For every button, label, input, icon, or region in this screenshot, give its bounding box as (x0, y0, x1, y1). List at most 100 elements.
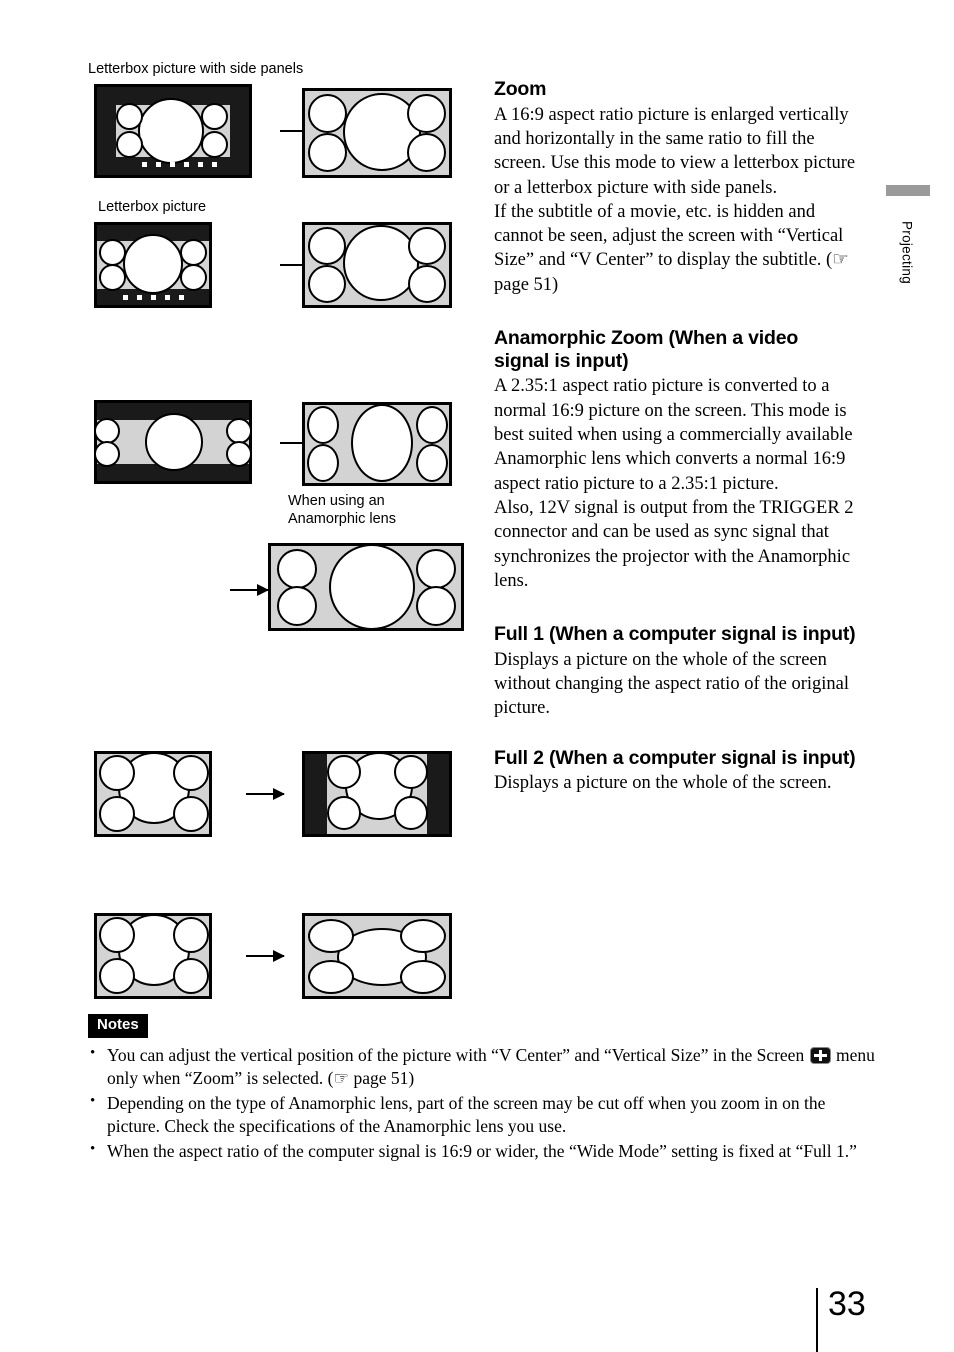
figure-ellipse-br (416, 444, 448, 483)
figure-circle-tr (408, 227, 446, 266)
figure-zoom-side-panels (88, 84, 468, 184)
note-item: You can adjust the vertical position of … (88, 1043, 878, 1091)
figure-circle-br (173, 795, 209, 832)
figure-circle-center (123, 234, 183, 295)
section-paragraph-zoom-2: If the subtitle of a movie, etc. is hidd… (494, 201, 849, 295)
figure-result-box (302, 750, 452, 837)
figure-circle-tl (308, 94, 347, 134)
figure-circle-center (329, 543, 415, 630)
section-heading-full1: Full 1 (When a computer signal is input) (494, 623, 856, 646)
figure-ellipse-tl (307, 406, 339, 445)
figure-circle-tr (173, 754, 209, 791)
figure-subtitle-dot (212, 162, 217, 168)
section-heading-full2: Full 2 (When a computer signal is input) (494, 746, 856, 769)
figure-circle-center (138, 98, 204, 165)
figure-circle-tr (407, 94, 446, 134)
figure-ellipse-bl (308, 959, 354, 994)
section-paragraph-anamorphic-2: Also, 12V signal is output from the TRIG… (494, 497, 854, 591)
figure-circle-tl (99, 916, 135, 953)
figure-subtitle-dot (184, 162, 189, 168)
figure-subtitle-dot (156, 162, 161, 168)
figure-circle-center (343, 225, 419, 302)
figure-anamorphic-lens-result (88, 541, 468, 641)
figure-zoom-letterbox (88, 222, 468, 322)
figure-circle-br (394, 795, 428, 830)
figure-circle-br (173, 957, 209, 994)
figure-circle-bl (277, 585, 317, 626)
figure-source-box (94, 912, 212, 999)
figure-subtitle-dot (151, 295, 156, 301)
notes-block: Notes You can adjust the vertical positi… (88, 1014, 878, 1164)
page-number: 33 (828, 1285, 866, 1323)
figure-ellipse-bl (307, 444, 339, 483)
figure-caption-anamorphic-lens-line2: Anamorphic lens (288, 511, 396, 528)
text-column: Zoom A 16:9 aspect ratio picture is enla… (494, 78, 856, 796)
section-paragraph-zoom-1: A 16:9 aspect ratio picture is enlarged … (494, 104, 856, 198)
figure-circle-center (145, 413, 203, 472)
figure-circle-br (201, 131, 228, 159)
section-heading-anamorphic-zoom: Anamorphic Zoom (When a video signal is … (494, 327, 799, 372)
figure-result-box (302, 222, 452, 309)
figure-circle-br (416, 585, 456, 626)
figure-subtitle-dot (198, 162, 203, 168)
figure-subtitle-dot (165, 295, 170, 301)
note-item-text-part1: You can adjust the vertical position of … (107, 1044, 805, 1065)
figure-subtitle-dot (179, 295, 184, 301)
side-tab-label: Projecting (899, 220, 915, 285)
figure-result-box (302, 912, 452, 999)
figure-caption-letterbox: Letterbox picture (98, 199, 207, 216)
figure-circle-tl (327, 754, 361, 789)
figure-circle-tr (394, 754, 428, 789)
figure-ellipse-tr (416, 406, 448, 445)
figure-circle-bl (99, 795, 135, 832)
figure-source-box (94, 222, 212, 309)
figure-source-box (94, 400, 252, 485)
figure-result-box (268, 542, 464, 631)
figure-caption-anamorphic-lens: When using an Anamorphic lens (288, 492, 468, 528)
notes-list: You can adjust the vertical position of … (88, 1043, 878, 1164)
figure-source-box (94, 750, 212, 837)
figure-subtitle-dot (142, 162, 147, 168)
figure-circle-tl (116, 103, 143, 131)
figure-circle-bl (99, 957, 135, 994)
page-number-rule (816, 1288, 818, 1352)
figure-subtitle-dot (137, 295, 142, 301)
section-side-tab: Projecting (886, 185, 930, 345)
figure-ellipse-center (351, 404, 413, 483)
figure-result-box (302, 88, 452, 179)
figure-circle-bl (327, 795, 361, 830)
figure-circle-bl (308, 265, 346, 304)
figure-circle-tr (416, 548, 456, 589)
figure-ellipse-tl (308, 918, 354, 953)
figure-ellipse-tr (400, 918, 446, 953)
notes-title-badge: Notes (88, 1014, 148, 1038)
screen-menu-icon (810, 1047, 830, 1063)
note-item: When the aspect ratio of the computer si… (88, 1139, 878, 1164)
figure-full2 (88, 912, 468, 1013)
figure-arrow-icon (246, 949, 285, 962)
section-paragraph-full2: Displays a picture on the whole of the s… (494, 773, 832, 794)
section-paragraph-full1: Displays a picture on the whole of the s… (494, 649, 849, 719)
figure-column: Letterbox picture with side panels Lette… (88, 60, 468, 1013)
section-heading-zoom: Zoom (494, 78, 547, 100)
figure-subtitle-dot (123, 295, 128, 301)
figure-circle-tl (277, 548, 317, 589)
figure-arrow-icon (246, 787, 285, 800)
figure-source-box (94, 84, 252, 179)
figure-circle-br (408, 265, 446, 304)
document-page: Projecting Letterbox picture with side p… (0, 0, 954, 1352)
figure-circle-br (407, 133, 446, 173)
figure-arrow-icon (230, 583, 269, 596)
figure-circle-bl (116, 131, 143, 159)
figure-circle-bl (308, 133, 347, 173)
figure-result-box (302, 402, 452, 487)
figure-subtitle-dot (170, 162, 175, 168)
figure-circle-tl (308, 227, 346, 266)
note-item: Depending on the type of Anamorphic lens… (88, 1091, 878, 1139)
figure-caption-letterbox-side-panels: Letterbox picture with side panels (88, 61, 304, 77)
figure-ellipse-br (400, 959, 446, 994)
figure-full1 (88, 750, 468, 851)
